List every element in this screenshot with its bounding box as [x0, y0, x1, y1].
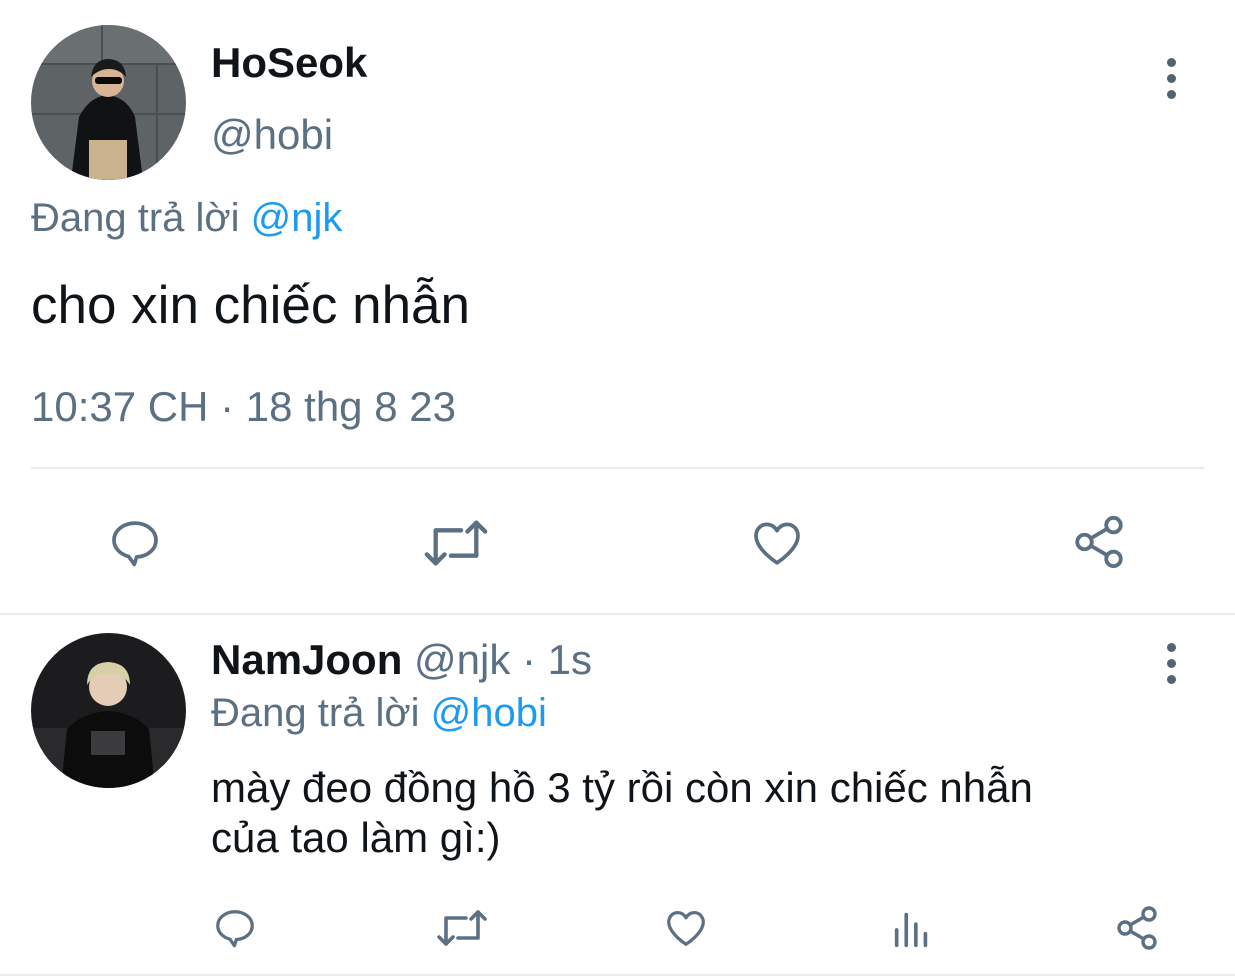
reply-context: Đang trả lời @hobi — [211, 690, 547, 736]
user-handle[interactable]: @njk — [414, 636, 510, 683]
tweet-text-line: của tao làm gì:) — [211, 814, 501, 861]
tweet-text: cho xin chiếc nhẫn — [31, 276, 471, 335]
section-divider — [0, 613, 1235, 615]
avatar-namjoon[interactable] — [31, 633, 186, 788]
reply-prefix: Đang trả lời — [31, 196, 240, 240]
tweet-timestamp[interactable]: 10:37 CH · 18 thg 8 23 — [31, 383, 456, 431]
reply-context: Đang trả lời @njk — [31, 195, 342, 241]
tweet-time[interactable]: · 1s — [522, 636, 592, 683]
reply-to-link[interactable]: @hobi — [431, 691, 547, 735]
reply-prefix: Đang trả lời — [211, 691, 420, 735]
more-options-icon[interactable] — [1165, 58, 1177, 99]
retweet-icon[interactable] — [436, 905, 488, 951]
reply-header: NamJoon @njk · 1s — [211, 637, 592, 683]
retweet-icon[interactable] — [423, 515, 489, 571]
display-name[interactable]: NamJoon — [211, 636, 402, 683]
heart-icon[interactable] — [748, 515, 806, 571]
tweet-text-line: mày đeo đồng hồ 3 tỷ rồi còn xin chiếc n… — [211, 764, 1033, 811]
reply-to-link[interactable]: @njk — [251, 196, 343, 240]
share-icon[interactable] — [1070, 513, 1128, 571]
comment-icon[interactable] — [212, 905, 258, 951]
avatar-hoseok[interactable] — [31, 25, 186, 180]
bottom-divider — [0, 974, 1235, 976]
share-icon[interactable] — [1113, 904, 1161, 952]
tweet-text: mày đeo đồng hồ 3 tỷ rồi còn xin chiếc n… — [211, 763, 1033, 863]
analytics-icon[interactable] — [889, 905, 935, 951]
comment-icon[interactable] — [106, 515, 164, 571]
heart-icon[interactable] — [663, 905, 709, 951]
divider — [31, 467, 1204, 469]
more-options-icon[interactable] — [1165, 643, 1177, 684]
display-name[interactable]: HoSeok — [211, 40, 367, 86]
user-handle[interactable]: @hobi — [211, 112, 333, 158]
